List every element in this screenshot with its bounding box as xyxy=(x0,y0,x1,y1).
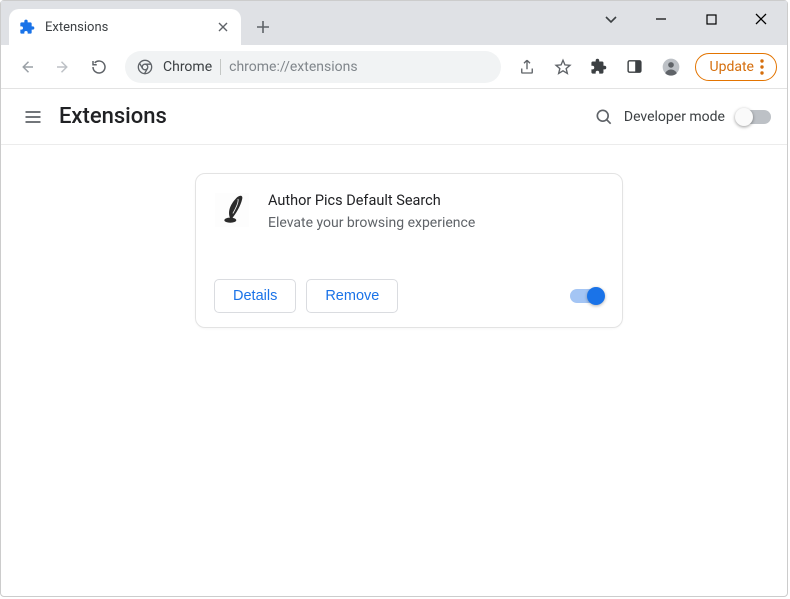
chrome-logo-icon xyxy=(137,59,153,75)
page-title: Extensions xyxy=(59,104,167,129)
toggle-thumb xyxy=(735,108,753,126)
extension-info: Author Pics Default Search Elevate your … xyxy=(268,192,475,231)
sidepanel-icon[interactable] xyxy=(619,51,651,83)
details-button[interactable]: Details xyxy=(214,279,296,313)
developer-mode-toggle[interactable] xyxy=(737,110,771,124)
close-window-button[interactable] xyxy=(739,4,783,34)
developer-mode-label: Developer mode xyxy=(624,109,725,125)
extension-description: Elevate your browsing experience xyxy=(268,215,475,231)
more-icon xyxy=(760,59,764,75)
content-area: Author Pics Default Search Elevate your … xyxy=(1,145,787,356)
search-button[interactable] xyxy=(584,97,624,137)
toolbar: Chrome chrome://extensions Update xyxy=(1,45,787,89)
profile-icon[interactable] xyxy=(655,51,687,83)
share-icon[interactable] xyxy=(511,51,543,83)
browser-window: Extensions xyxy=(0,0,788,597)
remove-button[interactable]: Remove xyxy=(306,279,398,313)
close-tab-icon[interactable] xyxy=(215,19,231,35)
developer-mode-control: Developer mode xyxy=(624,109,771,125)
reload-button[interactable] xyxy=(83,51,115,83)
update-button[interactable]: Update xyxy=(695,53,777,81)
back-button[interactable] xyxy=(11,51,43,83)
address-text: Chrome chrome://extensions xyxy=(163,59,489,75)
extension-card: Author Pics Default Search Elevate your … xyxy=(195,173,623,328)
address-bar[interactable]: Chrome chrome://extensions xyxy=(125,51,501,83)
forward-button[interactable] xyxy=(47,51,79,83)
extensions-icon[interactable] xyxy=(583,51,615,83)
address-path: chrome://extensions xyxy=(229,59,357,75)
bookmark-icon[interactable] xyxy=(547,51,579,83)
address-divider xyxy=(220,59,221,75)
new-tab-button[interactable] xyxy=(249,13,277,41)
toggle-thumb xyxy=(587,287,605,305)
extension-icon xyxy=(214,192,250,228)
update-label: Update xyxy=(710,59,754,75)
titlebar: Extensions xyxy=(1,1,787,45)
minimize-button[interactable] xyxy=(639,4,683,34)
window-controls xyxy=(589,1,783,37)
extension-header: Author Pics Default Search Elevate your … xyxy=(214,192,604,231)
tab-extensions[interactable]: Extensions xyxy=(9,9,241,45)
extension-name: Author Pics Default Search xyxy=(268,192,475,209)
menu-button[interactable] xyxy=(11,95,55,139)
tab-dropdown-icon[interactable] xyxy=(589,4,633,34)
extension-enable-toggle[interactable] xyxy=(570,289,604,303)
puzzle-icon xyxy=(19,19,35,35)
maximize-button[interactable] xyxy=(689,4,733,34)
page-header: Extensions Developer mode xyxy=(1,89,787,145)
tab-title: Extensions xyxy=(45,20,215,35)
address-site: Chrome xyxy=(163,59,212,75)
extension-actions: Details Remove xyxy=(214,279,604,313)
